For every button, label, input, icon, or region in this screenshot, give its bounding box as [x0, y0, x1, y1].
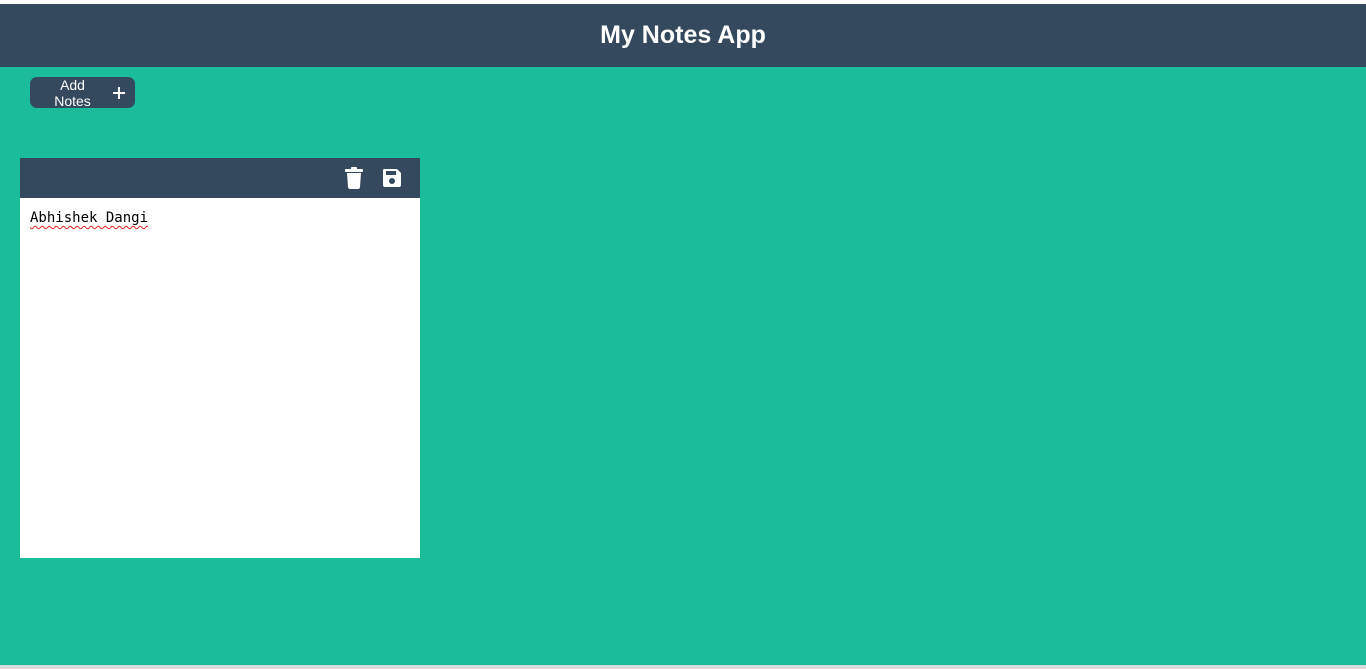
plus-icon: [113, 86, 125, 99]
delete-note-button[interactable]: [344, 167, 364, 189]
note-toolbar: [20, 158, 420, 198]
app-header: My Notes App: [0, 4, 1366, 67]
window-bottom-edge: [0, 665, 1366, 669]
save-note-button[interactable]: [382, 167, 402, 189]
note-textarea[interactable]: Abhishek Dangi: [20, 198, 420, 558]
note-text: Abhishek Dangi: [30, 210, 149, 226]
add-notes-button[interactable]: Add Notes: [30, 76, 135, 109]
save-icon: [383, 169, 401, 187]
page-title: My Notes App: [600, 21, 766, 49]
add-notes-label: Add Notes: [54, 76, 91, 109]
note-card: Abhishek Dangi: [20, 158, 420, 558]
trash-icon: [345, 167, 363, 189]
